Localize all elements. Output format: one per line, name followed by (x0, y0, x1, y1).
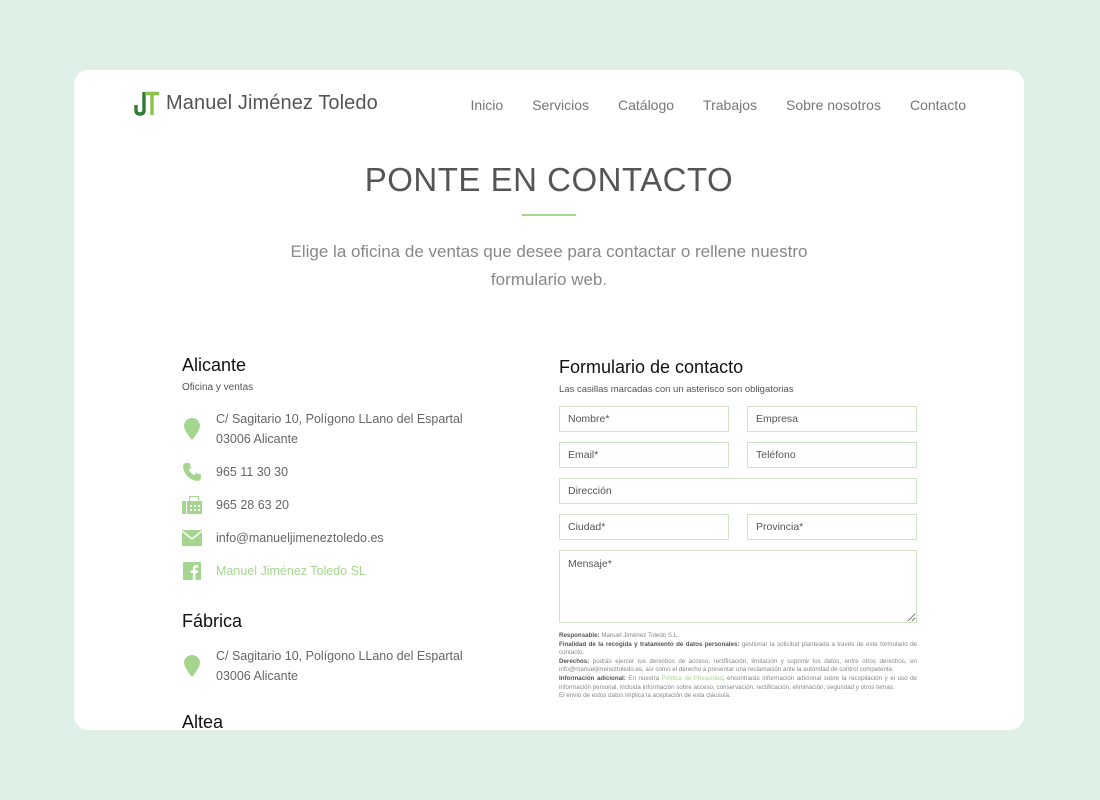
legal-text: Manuel Jiménez Toledo S.L. (601, 632, 679, 639)
privacy-policy-link[interactable]: Política de Privacidad (662, 675, 723, 682)
legal-label: Información adicional: (559, 674, 626, 682)
envelope-icon (182, 528, 202, 548)
address-row: C/ Sagitario 10, Polígono LLano del Espa… (182, 409, 502, 449)
office-fabrica: Fábrica C/ Sagitario 10, Polígono LLano … (182, 611, 502, 699)
office-alicante: Alicante Oficina y ventas C/ Sagitario 1… (182, 355, 502, 594)
empresa-input[interactable] (747, 406, 917, 432)
legal-label: Derechos: (559, 657, 590, 665)
address-line-2: 03006 Alicante (216, 432, 299, 446)
page-title: PONTE EN CONTACTO (364, 161, 734, 198)
map-pin-icon (182, 655, 202, 677)
page-card: Manuel Jiménez Toledo Inicio Servicios C… (74, 70, 1024, 730)
legal-label: Finalidad de la recogida y tratamiento d… (559, 640, 740, 648)
phone-row: 965 11 30 30 (182, 462, 502, 482)
address-line-1: C/ Sagitario 10, Polígono LLano del Espa… (216, 412, 463, 426)
nav-trabajos[interactable]: Trabajos (703, 97, 757, 113)
facebook-link[interactable]: Manuel Jiménez Toledo SL (216, 561, 366, 581)
fax-number: 965 28 63 20 (216, 498, 289, 512)
nav-contacto[interactable]: Contacto (910, 97, 966, 113)
legal-acceptance: El envío de estos datos implica la acept… (559, 692, 731, 700)
title-divider (522, 214, 576, 216)
nav-inicio[interactable]: Inicio (471, 97, 504, 113)
site-logo[interactable]: Manuel Jiménez Toledo (134, 90, 378, 116)
nav-catalogo[interactable]: Catálogo (618, 97, 674, 113)
form-title: Formulario de contacto (559, 357, 744, 377)
brand-name: Manuel Jiménez Toledo (166, 91, 378, 114)
office-subtitle: Oficina y ventas (182, 382, 254, 393)
office-name: Altea (182, 712, 224, 730)
email-input[interactable] (559, 442, 729, 468)
jt-logo-icon (134, 90, 160, 116)
contact-form: Formulario de contacto Las casillas marc… (559, 357, 917, 701)
nombre-input[interactable] (559, 406, 729, 432)
main-nav: Inicio Servicios Catálogo Trabajos Sobre… (442, 97, 966, 113)
office-name: Alicante (182, 355, 247, 375)
fax-icon (182, 495, 202, 515)
mensaje-textarea[interactable] (559, 550, 917, 623)
nav-sobre-nosotros[interactable]: Sobre nosotros (786, 97, 881, 113)
address-row: C/ Sagitario 10, Polígono LLano del Espa… (182, 646, 502, 686)
page-subtitle: Elige la oficina de ventas que desee par… (290, 242, 808, 289)
form-subtitle: Las casillas marcadas con un asterisco s… (559, 384, 794, 395)
phone-icon (182, 462, 202, 482)
address-line-2: 03006 Alicante (216, 669, 299, 683)
office-altea: Altea (182, 712, 223, 730)
map-pin-icon (182, 418, 202, 440)
legal-text: podrás ejercer tus derechos de acceso, r… (559, 657, 917, 674)
legal-label: Responsable: (559, 632, 600, 639)
facebook-icon (182, 561, 202, 581)
address-line-1: C/ Sagitario 10, Polígono LLano del Espa… (216, 649, 463, 663)
fax-row: 965 28 63 20 (182, 495, 502, 515)
telefono-input[interactable] (747, 442, 917, 468)
nav-servicios[interactable]: Servicios (532, 97, 589, 113)
facebook-row: Manuel Jiménez Toledo SL (182, 561, 502, 581)
direccion-input[interactable] (559, 478, 917, 504)
provincia-input[interactable] (747, 514, 917, 540)
ciudad-input[interactable] (559, 514, 729, 540)
privacy-notice: Responsable: Manuel Jiménez Toledo S.L. … (559, 632, 917, 701)
email-row: info@manueljimeneztoledo.es (182, 528, 502, 548)
office-name: Fábrica (182, 611, 243, 631)
phone-number[interactable]: 965 11 30 30 (216, 462, 288, 482)
email-address[interactable]: info@manueljimeneztoledo.es (216, 528, 384, 548)
legal-text: En nuestra (628, 674, 660, 682)
